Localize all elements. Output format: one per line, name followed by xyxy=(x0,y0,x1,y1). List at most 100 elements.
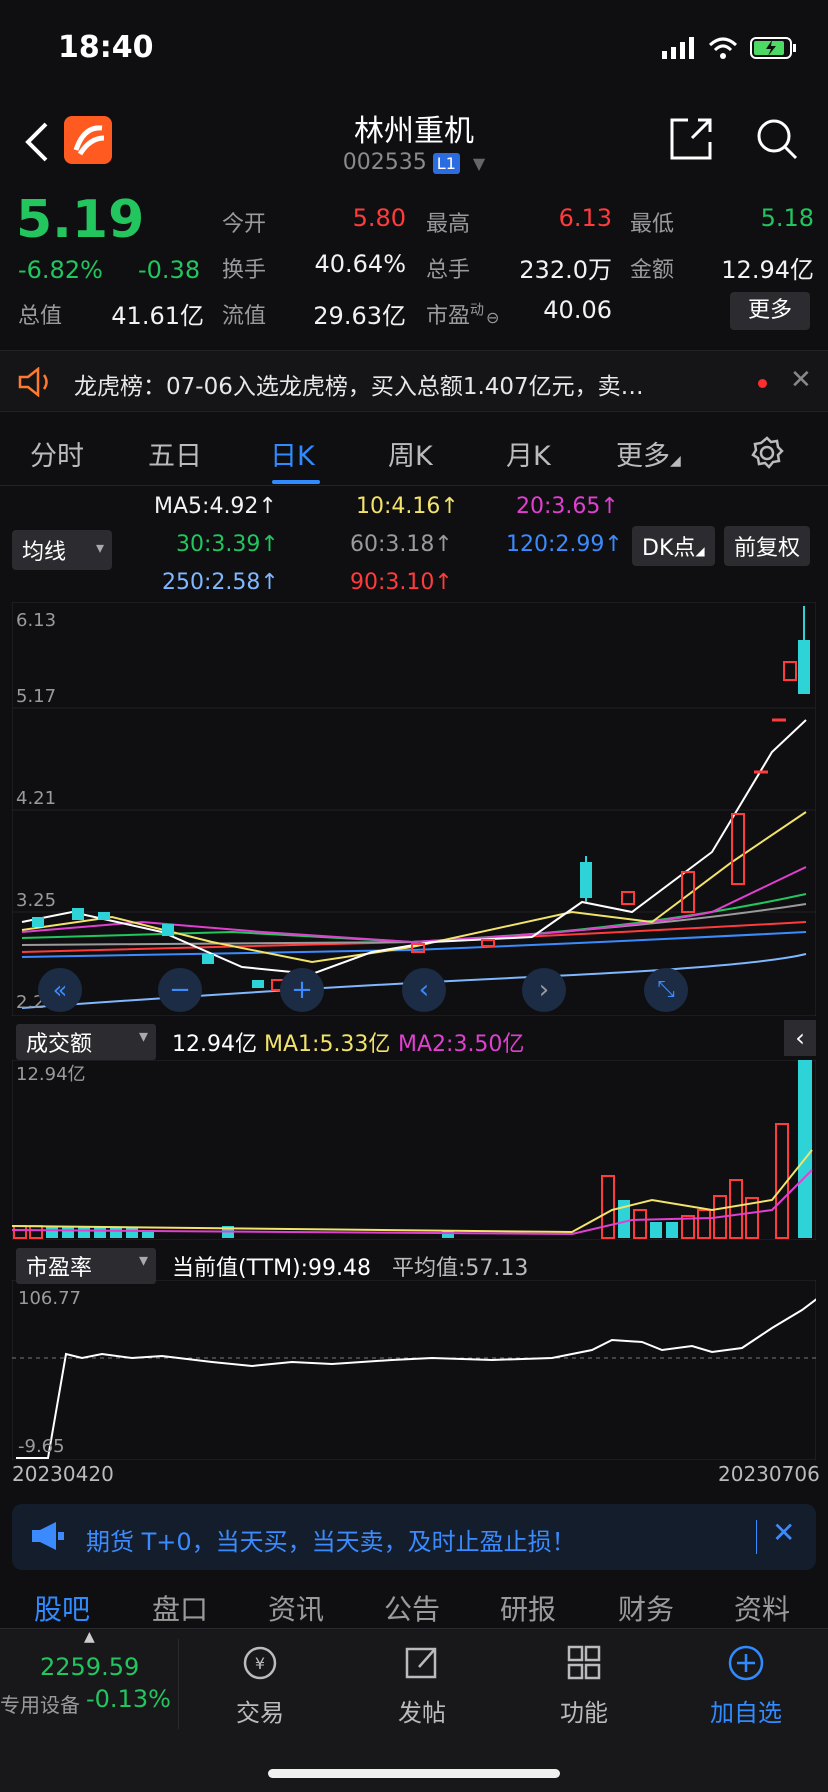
ma120-label: 120:2.99↑ xyxy=(506,532,623,557)
nav-trade[interactable]: ¥ 交易 xyxy=(210,1643,310,1728)
y-label-4: 3.25 xyxy=(16,890,56,911)
pe-max-label: 106.77 xyxy=(18,1288,81,1309)
status-icons xyxy=(662,36,798,60)
unread-dot xyxy=(758,379,767,388)
high-value: 6.13 xyxy=(558,204,612,232)
tab-daily-k[interactable]: 日K xyxy=(270,434,315,473)
close-icon[interactable]: ✕ xyxy=(772,1516,795,1549)
scroll-left-button[interactable]: ‹ xyxy=(402,968,446,1012)
subtab-research[interactable]: 研报 xyxy=(500,1588,556,1628)
edit-icon xyxy=(405,1647,437,1679)
period-tabs: 分时 五日 日K 周K 月K 更多◢ xyxy=(0,420,828,486)
pe-selector[interactable]: 市盈率 xyxy=(16,1248,156,1284)
tab-weekly-k[interactable]: 周K xyxy=(388,434,433,473)
pe-svg: 106.77 -9.65 xyxy=(11,1279,828,1461)
low-value: 5.18 xyxy=(760,204,814,232)
volume-selector[interactable]: 成交额 xyxy=(16,1024,156,1060)
pe-dynamic-sup: 动 xyxy=(470,302,485,319)
change-percent: -6.82% xyxy=(18,256,103,284)
scroll-right-button[interactable]: › xyxy=(522,968,566,1012)
pe-value: 40.06 xyxy=(543,296,612,324)
current-price: 5.19 xyxy=(16,190,145,250)
open-label: 今开 xyxy=(222,212,267,237)
header: 林州重机 002535 L1 ▼ xyxy=(0,100,828,186)
caret-icon: ◢ xyxy=(670,453,681,469)
gear-icon[interactable] xyxy=(750,436,784,470)
ma-selector[interactable]: 均线 ▾ xyxy=(12,530,112,570)
subtab-announcements[interactable]: 公告 xyxy=(384,1588,440,1628)
amount-value: 12.94亿 xyxy=(721,256,814,284)
volume-max-label: 12.94亿 xyxy=(16,1064,86,1085)
pe-current: 当前值(TTM):99.48 xyxy=(172,1256,372,1281)
fullscreen-button[interactable]: ⤡ xyxy=(644,968,688,1012)
search-button[interactable] xyxy=(754,116,800,166)
ma10-label: 10:4.16↑ xyxy=(356,494,459,519)
adjust-button[interactable]: 前复权 xyxy=(724,526,811,566)
volume-value: 12.94亿 xyxy=(172,1032,257,1057)
subtab-news[interactable]: 资讯 xyxy=(268,1588,324,1628)
y-label-3: 4.21 xyxy=(16,788,56,809)
tab-more[interactable]: 更多◢ xyxy=(616,434,681,473)
battery-icon xyxy=(750,37,796,59)
pe-label[interactable]: 市盈动 ⊖ xyxy=(426,298,499,330)
share-button[interactable] xyxy=(668,116,714,166)
news-bar[interactable]: 龙虎榜：07-06入选龙虎榜，买入总额1.407亿元，卖… ✕ xyxy=(0,350,828,412)
float-cap-value: 29.63亿 xyxy=(313,302,406,330)
status-time: 18:40 xyxy=(58,30,154,65)
share-icon xyxy=(670,118,712,160)
start-date: 20230420 xyxy=(12,1462,114,1486)
status-bar: 18:40 xyxy=(0,0,828,100)
bottom-nav: ▲ 2259.59 专用设备 -0.13% ¥ 交易 发帖 功能 加自选 xyxy=(0,1628,828,1792)
chevron-down-icon: ▼ xyxy=(472,154,486,173)
tab-five-day[interactable]: 五日 xyxy=(148,434,202,473)
ma250-label: 250:2.58↑ xyxy=(162,570,279,595)
tab-monthly-k[interactable]: 月K xyxy=(506,434,551,473)
sector-index-change: -0.13% xyxy=(86,1685,171,1713)
home-indicator xyxy=(268,1769,560,1778)
signal-icon xyxy=(662,37,694,59)
y-label-top: 6.13 xyxy=(16,610,56,631)
nav-add-watchlist[interactable]: 加自选 xyxy=(696,1643,796,1728)
nav-functions[interactable]: 功能 xyxy=(534,1643,634,1728)
bottom-section-tabs: 股吧 盘口 资讯 公告 研报 财务 资料 xyxy=(0,1586,828,1628)
ma20-label: 20:3.65↑ xyxy=(516,494,619,519)
level-badge: L1 xyxy=(432,153,460,174)
tab-intraday[interactable]: 分时 xyxy=(30,434,84,473)
zoom-out-button[interactable]: − xyxy=(158,968,202,1012)
kline-svg: 6.13 5.17 4.21 3.25 2.28 xyxy=(11,601,817,1017)
ma-legend: MA5:4.92↑ 10:4.16↑ 20:3.65↑ 均线 ▾ 30:3.39↑… xyxy=(0,488,828,598)
active-tab-indicator xyxy=(272,480,320,484)
grid-icon xyxy=(567,1645,601,1680)
candles xyxy=(32,606,810,991)
kline-chart[interactable]: 6.13 5.17 4.21 3.25 2.28 « − + ‹ › ⤡ xyxy=(11,601,817,1017)
dk-point-button[interactable]: DK点◢ xyxy=(632,526,715,566)
nav-post[interactable]: 发帖 xyxy=(372,1643,472,1728)
zoom-in-button[interactable]: + xyxy=(280,968,324,1012)
subtab-forum[interactable]: 股吧 xyxy=(34,1588,90,1628)
sector-index[interactable]: 2259.59 专用设备 -0.13% xyxy=(0,1629,178,1739)
more-button[interactable]: 更多 xyxy=(730,292,810,330)
end-date: 20230706 xyxy=(718,1462,820,1486)
megaphone-icon xyxy=(32,1522,64,1550)
news-text: 龙虎榜：07-06入选龙虎榜，买入总额1.407亿元，卖… xyxy=(74,374,644,400)
volume-chart[interactable]: 12.94亿 xyxy=(11,1059,817,1241)
promo-separator xyxy=(756,1520,757,1554)
market-cap-value: 41.61亿 xyxy=(111,302,204,330)
y-label-2: 5.17 xyxy=(16,686,56,707)
ma30-label: 30:3.39↑ xyxy=(176,532,279,557)
sector-index-name: 专用设备 xyxy=(0,1693,80,1717)
scroll-left-fast-button[interactable]: « xyxy=(38,968,82,1012)
volume-bars xyxy=(13,1060,812,1239)
pe-chart[interactable]: 106.77 -9.65 xyxy=(11,1279,828,1461)
close-icon[interactable]: ✕ xyxy=(790,365,812,395)
low-label: 最低 xyxy=(630,212,675,237)
nav-divider xyxy=(178,1639,179,1729)
sector-index-price: 2259.59 xyxy=(40,1653,140,1681)
collapse-panel-button[interactable]: ‹ xyxy=(784,1020,816,1056)
promo-bar[interactable]: 期货 T+0，当天买，当天卖，及时止盈止损！ ✕ xyxy=(12,1504,816,1570)
subtab-finance[interactable]: 财务 xyxy=(618,1588,674,1628)
subtab-orderbook[interactable]: 盘口 xyxy=(152,1588,208,1628)
subtab-profile[interactable]: 资料 xyxy=(734,1588,790,1628)
volume-header: 成交额 12.94亿 MA1:5.33亿 MA2:3.50亿 ‹ xyxy=(0,1018,828,1060)
promo-text: 期货 T+0，当天买，当天卖，及时止盈止损！ xyxy=(86,1528,576,1556)
